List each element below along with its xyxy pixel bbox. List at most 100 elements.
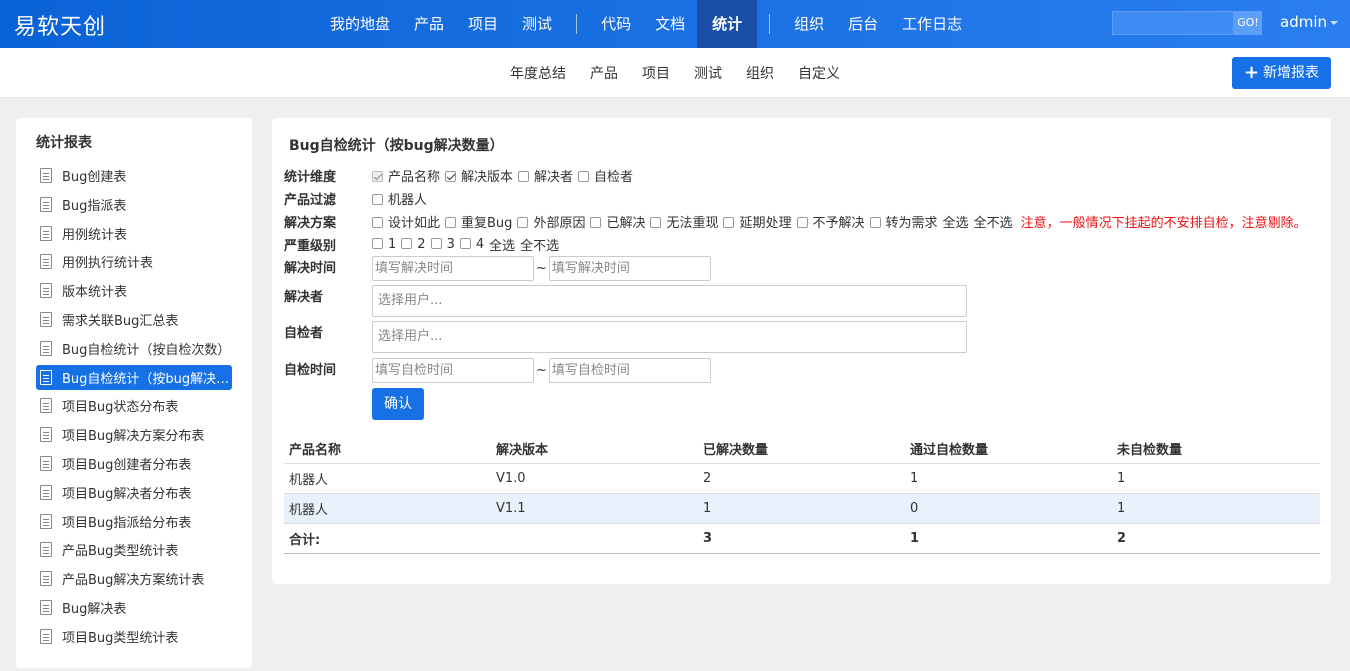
checkbox[interactable] [796,217,808,228]
severity-select-all[interactable]: 全选 [489,235,515,254]
severity-option-label: 1 [388,237,397,252]
checkbox[interactable] [401,238,413,249]
subnav-test[interactable]: 测试 [682,63,734,83]
checkbox[interactable] [518,171,530,182]
check-time-end-input[interactable]: 填写自检时间 [548,358,711,383]
severity-option[interactable]: 1 [372,237,396,252]
checkbox[interactable] [372,238,383,249]
sidebar-item[interactable]: 项目Bug指派给分布表 [36,509,232,534]
col-build: 解决版本 [491,434,698,464]
nav-my-space[interactable]: 我的地盘 [318,0,402,48]
resolution-option[interactable]: 外部原因 [517,212,585,231]
resolution-option[interactable]: 延期处理 [723,212,792,231]
checkbox[interactable] [723,217,735,228]
checkbox[interactable] [869,217,881,228]
sidebar-item[interactable]: 产品Bug类型统计表 [36,537,232,562]
nav-company[interactable]: 组织 [782,0,836,48]
sidebar-item-label: 项目Bug创建者分布表 [62,457,192,473]
sidebar-item[interactable]: 项目Bug解决方案分布表 [36,422,232,447]
resolution-option[interactable]: 转为需求 [869,212,938,231]
nav-doc[interactable]: 文档 [643,0,697,48]
severity-select-none[interactable]: 全不选 [520,235,559,254]
subnav-product[interactable]: 产品 [578,63,630,83]
product-robot-option[interactable]: 机器人 [372,189,427,208]
resolution-option-label: 不予解决 [812,216,865,231]
subnav-custom[interactable]: 自定义 [786,63,852,83]
dimension-build-option[interactable]: 解决版本 [445,166,513,185]
document-icon [40,455,52,471]
nav-product[interactable]: 产品 [402,0,456,48]
sidebar-item[interactable]: 项目Bug创建者分布表 [36,451,232,476]
nav-admin[interactable]: 后台 [836,0,890,48]
checkbox[interactable] [578,171,590,182]
sidebar-item[interactable]: 项目Bug类型统计表 [36,624,232,649]
nav-report[interactable]: 统计 [697,0,758,48]
checkbox[interactable] [650,217,662,228]
resolution-option-label: 设计如此 [388,216,441,231]
subnav-annual[interactable]: 年度总结 [498,63,578,83]
table-cell: 合计: [284,523,491,554]
resolution-select-none[interactable]: 全不选 [974,212,1013,231]
range-separator: ~ [536,261,547,276]
severity-option[interactable]: 3 [430,237,455,252]
document-icon [40,571,52,587]
sidebar-item[interactable]: 产品Bug解决方案统计表 [36,566,232,591]
sidebar-item[interactable]: Bug指派表 [36,192,232,217]
dimension-product-option[interactable]: 产品名称 [372,166,440,185]
search-input[interactable] [1112,11,1234,35]
resolution-option[interactable]: 无法重现 [650,212,718,231]
checkbox[interactable] [445,217,457,228]
checkbox[interactable] [445,171,457,182]
checker-select[interactable]: 选择用户... [372,321,967,353]
subnav-company[interactable]: 组织 [734,63,786,83]
nav-test[interactable]: 测试 [510,0,564,48]
sidebar-item-label: Bug指派表 [62,198,127,214]
resolver-select[interactable]: 选择用户... [372,285,967,317]
severity-option[interactable]: 2 [401,237,426,252]
user-name: admin [1280,13,1327,31]
checkbox[interactable] [372,194,383,205]
document-icon [40,283,52,299]
sidebar-item[interactable]: 用例执行统计表 [36,249,232,274]
severity-option[interactable]: 4 [459,237,484,252]
nav-code[interactable]: 代码 [589,0,643,48]
confirm-button[interactable]: 确认 [372,388,424,420]
sidebar-item[interactable]: Bug自检统计（按自检次数） [36,336,232,361]
sidebar-item[interactable]: 用例统计表 [36,221,232,246]
table-cell: 1 [1112,463,1320,494]
sidebar-item[interactable]: Bug自检统计（按bug解决数量） [36,364,232,390]
sidebar-item[interactable]: 项目Bug解决者分布表 [36,480,232,505]
user-menu[interactable]: admin [1280,13,1338,31]
sidebar-item-label: Bug解决表 [62,601,127,617]
search-go-button[interactable]: GO! [1234,11,1262,35]
sidebar-item[interactable]: 需求关联Bug汇总表 [36,307,232,332]
checkbox[interactable] [590,217,602,228]
checkbox[interactable] [459,238,471,249]
sidebar-item[interactable]: 版本统计表 [36,278,232,303]
nav-worklog[interactable]: 工作日志 [890,0,974,48]
checkbox[interactable] [372,217,383,228]
checkbox[interactable] [372,171,383,182]
dimension-resolver-option[interactable]: 解决者 [518,166,573,185]
resolution-option[interactable]: 不予解决 [796,212,865,231]
checkbox[interactable] [517,217,529,228]
resolve-time-start-input[interactable]: 填写解决时间 [372,256,534,281]
brand-logo[interactable]: 易软天创 [14,9,106,41]
resolution-option[interactable]: 已解决 [590,212,645,231]
sidebar-item[interactable]: 项目Bug状态分布表 [36,393,232,418]
resolution-option-label: 延期处理 [739,216,792,231]
resolution-option[interactable]: 设计如此 [372,212,440,231]
sidebar-item-label: 用例统计表 [62,227,128,243]
check-time-start-input[interactable]: 填写自检时间 [372,358,534,383]
checkbox[interactable] [430,238,442,249]
resolution-option[interactable]: 重复Bug [445,212,512,231]
nav-project[interactable]: 项目 [456,0,510,48]
new-report-button[interactable]: + 新增报表 [1232,57,1331,89]
resolve-time-end-input[interactable]: 填写解决时间 [548,256,711,281]
resolution-select-all[interactable]: 全选 [943,212,969,231]
sidebar-item[interactable]: Bug解决表 [36,595,232,620]
sidebar-item[interactable]: Bug创建表 [36,163,232,188]
dimension-checker-option[interactable]: 自检者 [578,166,633,185]
subnav-project[interactable]: 项目 [630,63,682,83]
severity-option-label: 3 [446,237,455,252]
